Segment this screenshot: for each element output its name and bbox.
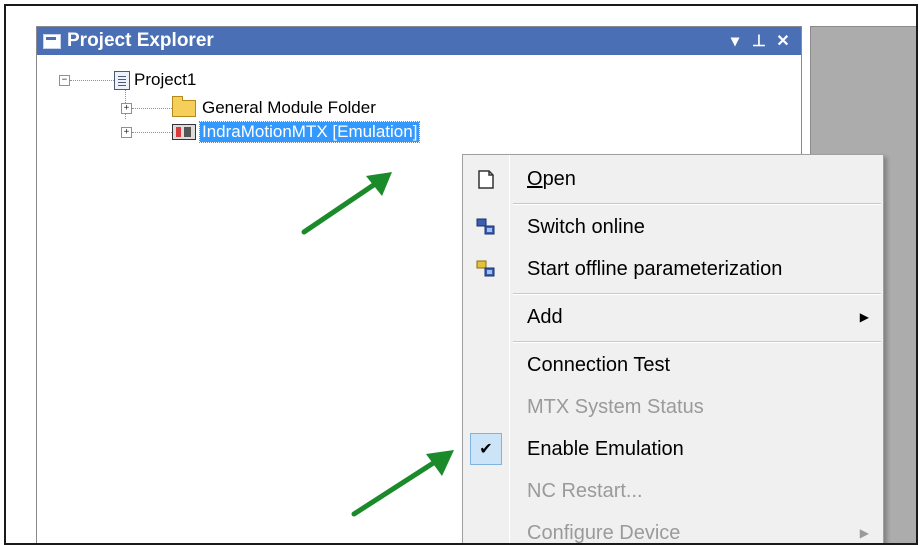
tree-node-general-module-folder[interactable]: + General Module Folder — [121, 95, 376, 119]
menu-item-open[interactable]: Open — [463, 161, 883, 197]
tree-node-label: General Module Folder — [202, 98, 376, 117]
menu-item-switch-online[interactable]: Switch online — [463, 209, 883, 245]
tree-connector — [70, 79, 114, 81]
open-document-icon — [478, 170, 494, 189]
menu-item-label: MTX System Status — [527, 395, 704, 418]
menu-item-configure-device[interactable]: Configure Device ▶ — [463, 515, 883, 544]
menu-item-mtx-system-status[interactable]: MTX System Status — [463, 389, 883, 425]
screenshot-frame: Project Explorer ▾ ⊥ ✕ − Project1 + Gene… — [4, 4, 918, 545]
menu-item-nc-restart[interactable]: NC Restart... — [463, 473, 883, 509]
menu-item-label: Configure Device — [527, 521, 681, 544]
device-icon — [172, 124, 196, 140]
collapse-icon[interactable]: − — [59, 74, 70, 86]
offline-parameterization-icon — [476, 260, 495, 277]
menu-item-connection-test[interactable]: Connection Test — [463, 347, 883, 383]
menu-item-start-offline-parameterization[interactable]: Start offline parameterization — [463, 251, 883, 287]
close-button[interactable]: ✕ — [771, 30, 795, 52]
expand-icon[interactable]: + — [121, 102, 132, 114]
menu-item-label: Open — [527, 167, 576, 190]
menu-item-label: NC Restart... — [527, 479, 643, 502]
menu-item-label: Start offline parameterization — [527, 257, 783, 280]
context-menu: Open Switch online Start offline paramet… — [462, 154, 884, 544]
tree-connector — [132, 107, 172, 109]
menu-item-enable-emulation[interactable]: ✔ Enable Emulation — [463, 431, 883, 467]
tree-node-indramotion-mtx[interactable]: + IndraMotionMTX [Emulation] — [121, 121, 421, 143]
checkmark-icon: ✔ — [470, 433, 502, 465]
pin-icon: ⊥ — [752, 33, 766, 50]
tree-node-label: Project1 — [134, 70, 197, 89]
close-icon: ✕ — [776, 33, 790, 50]
dropdown-button[interactable]: ▾ — [723, 30, 747, 52]
switch-online-icon — [476, 218, 495, 235]
menu-item-add[interactable]: Add ▶ — [463, 299, 883, 335]
menu-item-label: Enable Emulation — [527, 437, 684, 460]
project-explorer-icon — [43, 33, 61, 49]
folder-icon — [172, 95, 196, 117]
menu-separator — [513, 341, 881, 343]
panel-title: Project Explorer — [67, 30, 214, 51]
menu-separator — [513, 203, 881, 205]
menu-separator — [513, 293, 881, 295]
green-arrow-annotation — [351, 450, 454, 517]
menu-item-label: Connection Test — [527, 353, 671, 376]
pin-button[interactable]: ⊥ — [747, 30, 771, 52]
dropdown-arrow-icon: ▾ — [730, 33, 740, 50]
tree-connector — [132, 131, 172, 133]
submenu-arrow-icon: ▶ — [859, 310, 869, 324]
project-explorer-titlebar: Project Explorer ▾ ⊥ ✕ — [37, 27, 801, 55]
tree-node-project1[interactable]: − Project1 — [59, 69, 196, 91]
green-arrow-annotation — [301, 172, 392, 235]
submenu-arrow-icon: ▶ — [859, 526, 869, 540]
project-icon — [114, 70, 130, 90]
expand-icon[interactable]: + — [121, 126, 132, 138]
menu-item-label: Switch online — [527, 215, 645, 238]
menu-item-label: Add — [527, 305, 563, 328]
tree-node-label-selected: IndraMotionMTX [Emulation] — [198, 121, 421, 143]
